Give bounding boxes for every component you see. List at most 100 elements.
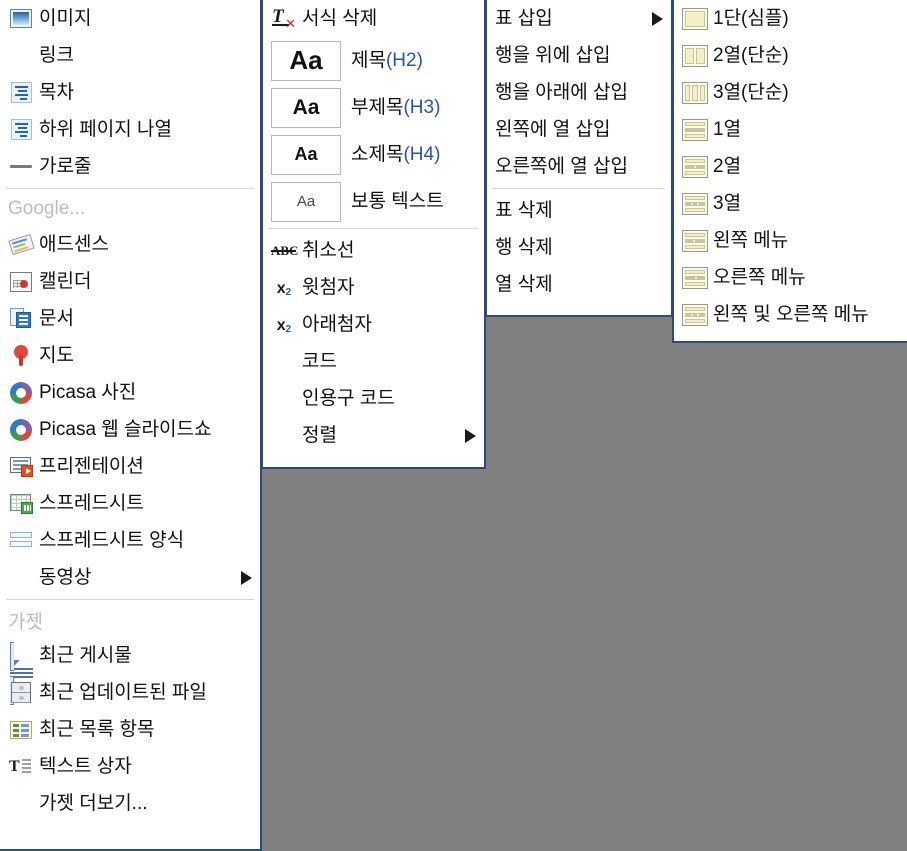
menu-item-calendar[interactable]: 캘린더 bbox=[0, 263, 260, 300]
menu-item-label: 2열 bbox=[713, 156, 742, 177]
menu-item-document[interactable]: 문서 bbox=[0, 300, 260, 337]
table-menu[interactable]: 표 삽입 행을 위에 삽입 행을 아래에 삽입 왼쪽에 열 삽입 오른쪽에 열 … bbox=[485, 0, 673, 317]
menu-item-label: 제목 bbox=[351, 50, 386, 71]
style-sample-normal: Aa bbox=[271, 181, 341, 222]
menu-item-label: 문서 bbox=[39, 308, 74, 329]
adsense-icon bbox=[7, 232, 35, 258]
chevron-right-icon bbox=[465, 428, 476, 443]
subscript-icon: x2 bbox=[276, 316, 292, 335]
menu-item-layout-both-menu[interactable]: 왼쪽 및 오른쪽 메뉴 bbox=[674, 296, 907, 333]
menu-item-adsense[interactable]: 애드센스 bbox=[0, 226, 260, 263]
menu-item-label: 아래첨자 bbox=[302, 314, 372, 335]
menu-item-heading-h3[interactable]: Aa 부제목 (H3) bbox=[263, 84, 484, 131]
menu-item-recent-posts[interactable]: 최근 게시물 bbox=[0, 637, 260, 705]
menu-item-label: 텍스트 상자 bbox=[39, 756, 132, 777]
menu-item-label: 인용구 코드 bbox=[302, 388, 395, 409]
image-icon bbox=[8, 6, 34, 32]
menu-item-subscript[interactable]: x2 아래첨자 bbox=[263, 306, 484, 343]
menu-item-presentation[interactable]: 프리젠테이션 bbox=[0, 448, 260, 485]
menu-item-insert-column-left[interactable]: 왼쪽에 열 삽입 bbox=[487, 111, 671, 148]
style-tag-h2: (H2) bbox=[385, 50, 423, 71]
menu-item-label: 왼쪽에 열 삽입 bbox=[495, 119, 611, 140]
menu-item-subpage-list[interactable]: 하위 페이지 나열 bbox=[0, 111, 260, 148]
menu-item-label: 오른쪽에 열 삽입 bbox=[495, 156, 628, 177]
menu-item-label: 최근 게시물 bbox=[39, 645, 132, 666]
layout-1col-simple-icon bbox=[682, 6, 708, 32]
calendar-icon bbox=[8, 269, 34, 295]
group-title-google: Google... bbox=[8, 198, 86, 219]
menu-item-label: 동영상 bbox=[39, 567, 92, 588]
menu-item-spreadsheet-form[interactable]: 스프레드시트 양식 bbox=[0, 522, 260, 559]
menu-item-layout-right-menu[interactable]: 오른쪽 메뉴 bbox=[674, 259, 907, 296]
group-title-gadget: 가젯 bbox=[8, 611, 43, 633]
menu-item-text-box[interactable]: T 텍스트 상자 bbox=[0, 748, 260, 785]
recent-file-icon bbox=[8, 680, 34, 706]
chevron-right-icon bbox=[241, 570, 252, 585]
menu-item-normal-text[interactable]: Aa 보통 텍스트 bbox=[263, 178, 484, 225]
menu-item-quote-code[interactable]: 인용구 코드 bbox=[263, 380, 484, 417]
layout-3col-header-icon bbox=[682, 191, 708, 217]
menu-item-spreadsheet[interactable]: 스프레드시트 bbox=[0, 485, 260, 522]
menu-item-layout-2col-simple[interactable]: 2열(단순) bbox=[674, 37, 907, 74]
menu-item-insert-column-right[interactable]: 오른쪽에 열 삽입 bbox=[487, 148, 671, 185]
menu-item-map[interactable]: 지도 bbox=[0, 337, 260, 374]
style-sample-h4: Aa bbox=[271, 134, 341, 175]
menu-item-image[interactable]: 이미지 bbox=[0, 0, 260, 37]
menu-item-layout-3col-header[interactable]: 3열 bbox=[674, 185, 907, 222]
menu-item-label: 취소선 bbox=[302, 240, 355, 261]
clear-format-icon: T ✕ bbox=[272, 5, 296, 31]
menu-item-label: 왼쪽 및 오른쪽 메뉴 bbox=[713, 304, 869, 325]
divider bbox=[6, 599, 254, 600]
menu-item-label: Picasa 사진 bbox=[39, 382, 137, 403]
menu-item-superscript[interactable]: x2 윗첨자 bbox=[263, 269, 484, 306]
menu-item-horizontal-rule[interactable]: 가로줄 bbox=[0, 148, 260, 185]
menu-item-delete-table[interactable]: 표 삭제 bbox=[487, 192, 671, 229]
menu-item-delete-row[interactable]: 행 삭제 bbox=[487, 229, 671, 266]
picasa-icon bbox=[8, 417, 34, 443]
menu-item-link[interactable]: 링크 bbox=[0, 37, 260, 74]
menu-item-layout-3col-simple[interactable]: 3열(단순) bbox=[674, 74, 907, 111]
no-icon bbox=[8, 565, 34, 591]
menu-item-label: 스프레드시트 양식 bbox=[39, 530, 185, 551]
no-icon bbox=[271, 349, 297, 375]
menu-item-video[interactable]: 동영상 bbox=[0, 559, 260, 596]
text-box-icon: T bbox=[8, 754, 34, 780]
menu-item-layout-2col-header[interactable]: 2열 bbox=[674, 148, 907, 185]
menu-item-insert-table[interactable]: 표 삽입 bbox=[487, 0, 671, 37]
menu-item-align[interactable]: 정렬 bbox=[263, 417, 484, 454]
insert-menu[interactable]: 이미지 링크 목차 하위 페이지 나열 가로줄 Google... 애드센스 캘… bbox=[0, 0, 262, 851]
layout-menu[interactable]: 1단(심플) 2열(단순) 3열(단순) 1열 2열 3열 왼쪽 메뉴 오른쪽 … bbox=[672, 0, 907, 343]
menu-item-insert-row-above[interactable]: 행을 위에 삽입 bbox=[487, 37, 671, 74]
menu-item-layout-1col-header[interactable]: 1열 bbox=[674, 111, 907, 148]
menu-item-label: 가로줄 bbox=[39, 156, 92, 177]
menu-item-heading-h2[interactable]: Aa 제목 (H2) bbox=[263, 37, 484, 84]
menu-item-label: 왼쪽 메뉴 bbox=[713, 230, 789, 251]
form-icon bbox=[8, 528, 34, 554]
menu-item-layout-left-menu[interactable]: 왼쪽 메뉴 bbox=[674, 222, 907, 259]
style-tag-h3: (H3) bbox=[403, 97, 441, 118]
layout-2col-header-icon bbox=[682, 154, 708, 180]
menu-item-delete-column[interactable]: 열 삭제 bbox=[487, 266, 671, 303]
menu-item-label: 가젯 더보기... bbox=[39, 793, 148, 814]
layout-2col-simple-icon bbox=[682, 43, 708, 69]
menu-item-label: 1단(심플) bbox=[713, 8, 789, 29]
menu-item-strikethrough[interactable]: ABC 취소선 bbox=[263, 232, 484, 269]
menu-item-code[interactable]: 코드 bbox=[263, 343, 484, 380]
menu-item-more-gadgets[interactable]: 가젯 더보기... bbox=[0, 785, 260, 822]
menu-item-recent-files[interactable]: 최근 업데이트된 파일 bbox=[0, 674, 260, 711]
menu-item-toc[interactable]: 목차 bbox=[0, 74, 260, 111]
no-icon bbox=[8, 791, 34, 817]
superscript-icon: x2 bbox=[276, 279, 292, 298]
menu-item-insert-row-below[interactable]: 행을 아래에 삽입 bbox=[487, 74, 671, 111]
menu-item-recent-list-items[interactable]: 최근 목록 항목 bbox=[0, 711, 260, 748]
menu-item-label: 3열(단순) bbox=[713, 82, 789, 103]
menu-item-clear-format[interactable]: T ✕ 서식 삭제 bbox=[263, 0, 484, 37]
style-tag-h4: (H4) bbox=[403, 144, 441, 165]
menu-item-layout-1col-simple[interactable]: 1단(심플) bbox=[674, 0, 907, 37]
format-menu[interactable]: T ✕ 서식 삭제 Aa 제목 (H2) Aa 부제목 (H3) Aa 소제목 (… bbox=[261, 0, 486, 469]
menu-item-picasa-photo[interactable]: Picasa 사진 bbox=[0, 374, 260, 411]
no-icon bbox=[271, 386, 297, 412]
horizontal-rule-icon bbox=[8, 154, 34, 180]
menu-item-picasa-slideshow[interactable]: Picasa 웹 슬라이드쇼 bbox=[0, 411, 260, 448]
menu-item-heading-h4[interactable]: Aa 소제목 (H4) bbox=[263, 131, 484, 178]
